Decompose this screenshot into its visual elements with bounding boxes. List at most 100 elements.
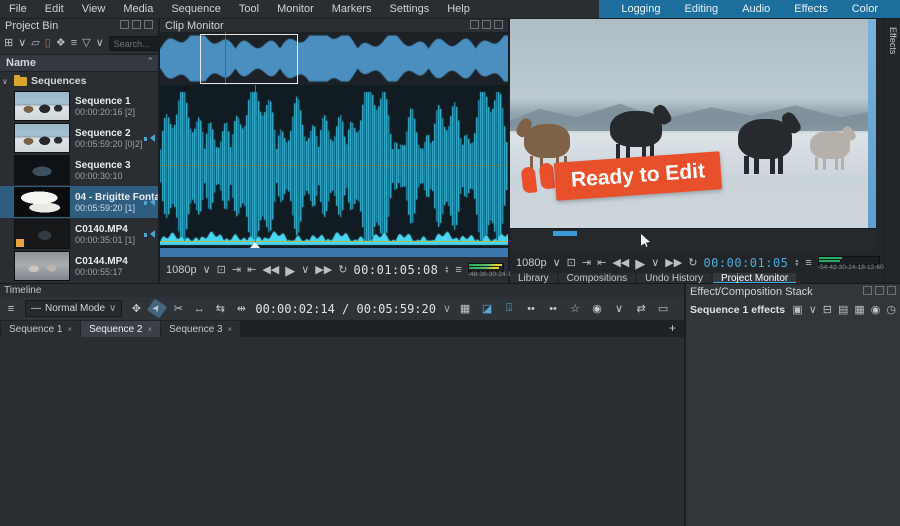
bin-column-header[interactable]: Name ˆ	[0, 54, 158, 72]
float-icon[interactable]	[470, 20, 479, 29]
workspace-tab-logging[interactable]: Logging	[609, 3, 672, 15]
filter-dropdown-icon[interactable]: ∨	[96, 38, 104, 49]
clip-monitor-playhead[interactable]	[255, 85, 256, 248]
menu-item-view[interactable]: View	[73, 3, 115, 15]
bin-clip-row[interactable]: Sequence 200:05:59:20 [0|2]	[0, 122, 158, 154]
chevron-down-icon[interactable]: ∨	[203, 265, 211, 276]
sort-arrow-icon[interactable]: ˆ	[148, 57, 152, 69]
menu-item-help[interactable]: Help	[438, 3, 479, 15]
waveform-zoom-box[interactable]	[200, 34, 298, 84]
view-menu-icon[interactable]: ≡	[71, 38, 77, 49]
slip-tool-icon[interactable]: ⇆	[213, 301, 227, 316]
bin-clip-row[interactable]: C0144.MP400:00:55:17	[0, 250, 158, 282]
workspace-tab-effects[interactable]: Effects	[782, 3, 839, 15]
tab-sequence-1[interactable]: Sequence 1×	[1, 321, 80, 337]
loop-zone-icon[interactable]: ↻	[338, 265, 347, 276]
bin-clip-row[interactable]: C0140.MP400:00:35:01 [1]	[0, 218, 158, 250]
add-clip-icon[interactable]: ⊞	[4, 38, 13, 49]
rewind-icon[interactable]: ◀◀	[262, 265, 279, 276]
add-dropdown-icon[interactable]: ∨	[18, 38, 26, 49]
effects-enable-icon[interactable]: ▣	[792, 305, 802, 316]
bin-clip-row[interactable]: Sequence 100:00:20:16 [2]	[0, 90, 158, 122]
monitor-menu-icon[interactable]: ≡	[805, 258, 811, 269]
workspace-tab-editing[interactable]: Editing	[672, 3, 730, 15]
resolution-label[interactable]: 1080p	[166, 264, 197, 276]
spacer-tool-icon[interactable]: ↔	[192, 301, 206, 316]
menu-item-settings[interactable]: Settings	[380, 3, 438, 15]
project-monitor-ruler[interactable]	[510, 228, 876, 251]
audio-waveform-view[interactable]	[160, 85, 508, 248]
effects-dropdown-icon[interactable]: ∨	[809, 305, 817, 316]
close-icon[interactable]	[494, 20, 503, 29]
play-dropdown-icon[interactable]: ∨	[651, 258, 659, 269]
tab-sequence-2[interactable]: Sequence 2×	[81, 321, 160, 337]
float-icon[interactable]	[863, 286, 872, 295]
lift-zone-icon[interactable]: ••	[546, 301, 560, 316]
float-icon[interactable]	[120, 20, 129, 29]
tag-icon[interactable]: ❖	[56, 38, 66, 49]
effects-folder-icon[interactable]: ▤	[838, 305, 848, 316]
chevron-down-icon[interactable]: ∨	[443, 302, 451, 315]
track-operations-icon[interactable]: ✥	[129, 301, 143, 316]
razor-tool-icon[interactable]: ✂	[171, 301, 185, 316]
menu-item-markers[interactable]: Markers	[323, 3, 381, 15]
search-input[interactable]	[109, 36, 167, 51]
subtitle-tool-icon[interactable]: ▭	[656, 301, 670, 316]
menu-item-media[interactable]: Media	[114, 3, 162, 15]
tab-effects[interactable]: Effects	[888, 27, 898, 54]
panel-window-buttons[interactable]	[117, 20, 153, 32]
workspace-tab-color[interactable]: Color	[840, 3, 890, 15]
timeline-menu-icon[interactable]: ≡	[4, 301, 18, 316]
chevron-down-icon[interactable]: ∨	[2, 77, 10, 86]
zone-out-icon[interactable]: ⇤	[247, 265, 256, 276]
monitor-zone-bar[interactable]	[553, 231, 577, 236]
bin-clip-row[interactable]: 04 - Brigitte Fontaine00:05:59:20 [1]	[0, 186, 158, 218]
menu-item-edit[interactable]: Edit	[36, 3, 73, 15]
effects-keyframe-icon[interactable]: ◷	[886, 305, 896, 316]
play-dropdown-icon[interactable]: ∨	[301, 265, 309, 276]
play-icon[interactable]: ▶	[285, 264, 295, 277]
bin-folder-row[interactable]: ∨ Sequences	[0, 72, 158, 90]
add-sequence-button[interactable]: +	[669, 321, 676, 335]
chevron-down-icon[interactable]: ∨	[553, 258, 561, 269]
consolidate-icon[interactable]: ⊡	[217, 265, 226, 276]
minimize-icon[interactable]	[132, 20, 141, 29]
forward-icon[interactable]: ▶▶	[665, 258, 682, 269]
panel-window-buttons[interactable]	[860, 286, 896, 298]
timecode-spinner[interactable]: ▲▼	[444, 266, 449, 274]
zone-in-icon[interactable]: ⇥	[232, 265, 241, 276]
workspace-tab-audio[interactable]: Audio	[730, 3, 782, 15]
forward-icon[interactable]: ▶▶	[315, 265, 332, 276]
monitor-timecode[interactable]: 00:00:01:05	[703, 256, 788, 270]
monitor-timecode[interactable]: 00:01:05:08	[353, 263, 438, 277]
favorite-effects-icon[interactable]: ☆	[568, 301, 582, 316]
menu-item-monitor[interactable]: Monitor	[268, 3, 323, 15]
insert-zone-icon[interactable]: ⍗	[502, 301, 516, 316]
delete-clip-icon[interactable]: ▯	[45, 38, 51, 49]
open-folder-icon[interactable]: ▱	[31, 38, 39, 49]
resolution-label[interactable]: 1080p	[516, 257, 547, 269]
menu-item-file[interactable]: File	[0, 3, 36, 15]
close-tab-icon[interactable]: ×	[147, 325, 152, 334]
minimize-icon[interactable]	[482, 20, 491, 29]
loop-zone-icon[interactable]: ↻	[688, 258, 697, 269]
play-icon[interactable]: ▶	[635, 257, 645, 270]
preview-dropdown-icon[interactable]: ∨	[612, 301, 626, 316]
close-tab-icon[interactable]: ×	[228, 325, 233, 334]
filter-icon[interactable]: ▽	[82, 38, 90, 49]
timecode-spinner[interactable]: ▲▼	[794, 259, 799, 267]
audio-overview-waveform[interactable]	[160, 32, 508, 85]
extract-zone-icon[interactable]: ••	[524, 301, 538, 316]
zone-out-icon[interactable]: ⇤	[597, 258, 606, 269]
ripple-tool-icon[interactable]: ⇹	[234, 301, 248, 316]
rewind-icon[interactable]: ◀◀	[612, 258, 629, 269]
audio-mix-icon[interactable]: ⇄	[634, 301, 648, 316]
panel-window-buttons[interactable]	[467, 20, 503, 32]
minimize-icon[interactable]	[875, 286, 884, 295]
video-preview[interactable]: Ready to Edit	[510, 19, 876, 228]
effects-group-icon[interactable]: ▦	[854, 305, 864, 316]
tab-sequence-3[interactable]: Sequence 3×	[161, 321, 240, 337]
menu-item-sequence[interactable]: Sequence	[162, 3, 230, 15]
close-icon[interactable]	[144, 20, 153, 29]
selection-tool-icon[interactable]: ➤	[147, 298, 167, 318]
